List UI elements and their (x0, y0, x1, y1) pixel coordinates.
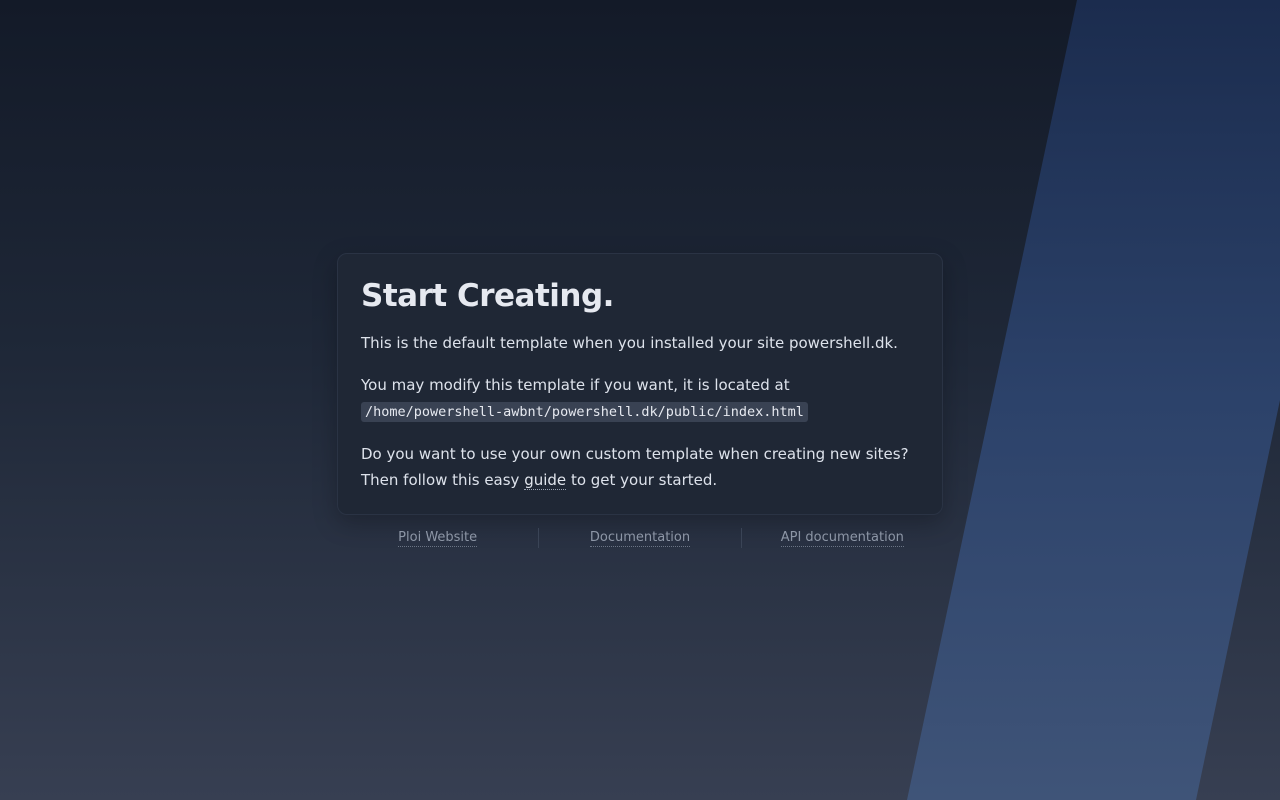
custom-template-suffix: to get your started. (570, 471, 718, 489)
guide-link[interactable]: guide (524, 471, 567, 490)
page-title: Start Creating. (361, 278, 614, 314)
modify-text: You may modify this template if you want… (361, 372, 919, 425)
footer-cell-api: API documentation (742, 527, 943, 549)
welcome-card: Start Creating. This is the default temp… (337, 253, 943, 515)
documentation-link[interactable]: Documentation (589, 530, 691, 547)
ploi-website-link[interactable]: Ploi Website (398, 530, 478, 547)
custom-template-text: Do you want to use your own custom templ… (361, 441, 919, 493)
footer-cell-docs: Documentation (539, 527, 740, 549)
intro-text-content: This is the default template when you in… (361, 334, 898, 352)
api-documentation-link[interactable]: API documentation (780, 530, 904, 547)
intro-text: This is the default template when you in… (361, 330, 919, 356)
footer-nav: Ploi Website Documentation API documenta… (337, 527, 943, 549)
footer-cell-ploi: Ploi Website (337, 527, 538, 549)
modify-text-content: You may modify this template if you want… (361, 376, 790, 394)
template-path: /home/powershell-awbnt/powershell.dk/pub… (361, 402, 808, 422)
